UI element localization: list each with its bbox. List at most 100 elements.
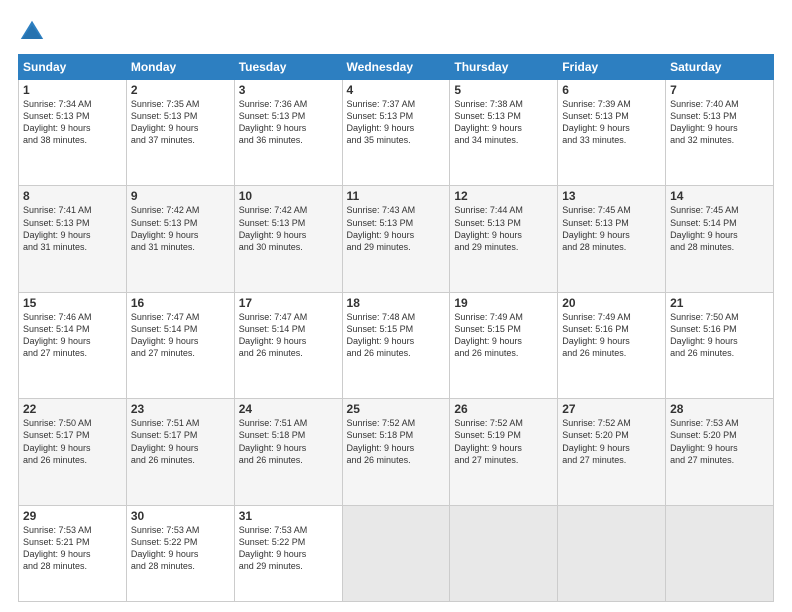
calendar-day-cell	[558, 505, 666, 601]
weekday-header: Friday	[558, 55, 666, 80]
calendar-day-cell: 23Sunrise: 7:51 AM Sunset: 5:17 PM Dayli…	[126, 399, 234, 505]
day-info: Sunrise: 7:50 AM Sunset: 5:17 PM Dayligh…	[23, 417, 122, 466]
day-info: Sunrise: 7:40 AM Sunset: 5:13 PM Dayligh…	[670, 98, 769, 147]
calendar-day-cell: 7Sunrise: 7:40 AM Sunset: 5:13 PM Daylig…	[666, 80, 774, 186]
logo-icon	[18, 18, 46, 46]
day-number: 29	[23, 509, 122, 523]
day-number: 21	[670, 296, 769, 310]
day-number: 2	[131, 83, 230, 97]
day-number: 14	[670, 189, 769, 203]
calendar-week-row: 15Sunrise: 7:46 AM Sunset: 5:14 PM Dayli…	[19, 292, 774, 398]
calendar-day-cell: 8Sunrise: 7:41 AM Sunset: 5:13 PM Daylig…	[19, 186, 127, 292]
day-info: Sunrise: 7:49 AM Sunset: 5:15 PM Dayligh…	[454, 311, 553, 360]
calendar-day-cell	[450, 505, 558, 601]
day-info: Sunrise: 7:38 AM Sunset: 5:13 PM Dayligh…	[454, 98, 553, 147]
calendar-week-row: 1Sunrise: 7:34 AM Sunset: 5:13 PM Daylig…	[19, 80, 774, 186]
calendar-day-cell: 28Sunrise: 7:53 AM Sunset: 5:20 PM Dayli…	[666, 399, 774, 505]
calendar-day-cell: 27Sunrise: 7:52 AM Sunset: 5:20 PM Dayli…	[558, 399, 666, 505]
day-info: Sunrise: 7:43 AM Sunset: 5:13 PM Dayligh…	[347, 204, 446, 253]
day-number: 24	[239, 402, 338, 416]
calendar-day-cell: 2Sunrise: 7:35 AM Sunset: 5:13 PM Daylig…	[126, 80, 234, 186]
day-number: 7	[670, 83, 769, 97]
day-info: Sunrise: 7:41 AM Sunset: 5:13 PM Dayligh…	[23, 204, 122, 253]
day-info: Sunrise: 7:51 AM Sunset: 5:17 PM Dayligh…	[131, 417, 230, 466]
day-number: 3	[239, 83, 338, 97]
calendar-day-cell: 30Sunrise: 7:53 AM Sunset: 5:22 PM Dayli…	[126, 505, 234, 601]
day-number: 18	[347, 296, 446, 310]
day-info: Sunrise: 7:45 AM Sunset: 5:14 PM Dayligh…	[670, 204, 769, 253]
day-number: 1	[23, 83, 122, 97]
day-info: Sunrise: 7:49 AM Sunset: 5:16 PM Dayligh…	[562, 311, 661, 360]
day-number: 4	[347, 83, 446, 97]
weekday-header: Thursday	[450, 55, 558, 80]
day-number: 5	[454, 83, 553, 97]
calendar-day-cell: 14Sunrise: 7:45 AM Sunset: 5:14 PM Dayli…	[666, 186, 774, 292]
day-number: 25	[347, 402, 446, 416]
day-info: Sunrise: 7:53 AM Sunset: 5:20 PM Dayligh…	[670, 417, 769, 466]
weekday-header: Sunday	[19, 55, 127, 80]
calendar-day-cell: 29Sunrise: 7:53 AM Sunset: 5:21 PM Dayli…	[19, 505, 127, 601]
day-number: 22	[23, 402, 122, 416]
day-info: Sunrise: 7:39 AM Sunset: 5:13 PM Dayligh…	[562, 98, 661, 147]
day-number: 17	[239, 296, 338, 310]
day-info: Sunrise: 7:45 AM Sunset: 5:13 PM Dayligh…	[562, 204, 661, 253]
day-number: 12	[454, 189, 553, 203]
day-info: Sunrise: 7:53 AM Sunset: 5:21 PM Dayligh…	[23, 524, 122, 573]
day-number: 13	[562, 189, 661, 203]
day-info: Sunrise: 7:52 AM Sunset: 5:18 PM Dayligh…	[347, 417, 446, 466]
weekday-header: Tuesday	[234, 55, 342, 80]
day-number: 11	[347, 189, 446, 203]
calendar-day-cell: 12Sunrise: 7:44 AM Sunset: 5:13 PM Dayli…	[450, 186, 558, 292]
day-info: Sunrise: 7:47 AM Sunset: 5:14 PM Dayligh…	[239, 311, 338, 360]
calendar-day-cell	[342, 505, 450, 601]
calendar-day-cell: 3Sunrise: 7:36 AM Sunset: 5:13 PM Daylig…	[234, 80, 342, 186]
day-info: Sunrise: 7:42 AM Sunset: 5:13 PM Dayligh…	[239, 204, 338, 253]
weekday-header: Wednesday	[342, 55, 450, 80]
day-info: Sunrise: 7:47 AM Sunset: 5:14 PM Dayligh…	[131, 311, 230, 360]
calendar-week-row: 22Sunrise: 7:50 AM Sunset: 5:17 PM Dayli…	[19, 399, 774, 505]
day-info: Sunrise: 7:51 AM Sunset: 5:18 PM Dayligh…	[239, 417, 338, 466]
day-number: 16	[131, 296, 230, 310]
calendar-week-row: 8Sunrise: 7:41 AM Sunset: 5:13 PM Daylig…	[19, 186, 774, 292]
calendar-day-cell: 22Sunrise: 7:50 AM Sunset: 5:17 PM Dayli…	[19, 399, 127, 505]
calendar-day-cell: 24Sunrise: 7:51 AM Sunset: 5:18 PM Dayli…	[234, 399, 342, 505]
calendar-day-cell: 1Sunrise: 7:34 AM Sunset: 5:13 PM Daylig…	[19, 80, 127, 186]
day-number: 27	[562, 402, 661, 416]
calendar-day-cell: 25Sunrise: 7:52 AM Sunset: 5:18 PM Dayli…	[342, 399, 450, 505]
header-row: SundayMondayTuesdayWednesdayThursdayFrid…	[19, 55, 774, 80]
day-info: Sunrise: 7:46 AM Sunset: 5:14 PM Dayligh…	[23, 311, 122, 360]
calendar-week-row: 29Sunrise: 7:53 AM Sunset: 5:21 PM Dayli…	[19, 505, 774, 601]
page: SundayMondayTuesdayWednesdayThursdayFrid…	[0, 0, 792, 612]
day-number: 26	[454, 402, 553, 416]
day-info: Sunrise: 7:44 AM Sunset: 5:13 PM Dayligh…	[454, 204, 553, 253]
day-info: Sunrise: 7:36 AM Sunset: 5:13 PM Dayligh…	[239, 98, 338, 147]
day-info: Sunrise: 7:48 AM Sunset: 5:15 PM Dayligh…	[347, 311, 446, 360]
header	[18, 18, 774, 46]
day-info: Sunrise: 7:34 AM Sunset: 5:13 PM Dayligh…	[23, 98, 122, 147]
calendar-day-cell: 10Sunrise: 7:42 AM Sunset: 5:13 PM Dayli…	[234, 186, 342, 292]
calendar-day-cell: 9Sunrise: 7:42 AM Sunset: 5:13 PM Daylig…	[126, 186, 234, 292]
day-info: Sunrise: 7:37 AM Sunset: 5:13 PM Dayligh…	[347, 98, 446, 147]
day-number: 28	[670, 402, 769, 416]
weekday-header: Saturday	[666, 55, 774, 80]
day-info: Sunrise: 7:52 AM Sunset: 5:20 PM Dayligh…	[562, 417, 661, 466]
calendar-day-cell: 11Sunrise: 7:43 AM Sunset: 5:13 PM Dayli…	[342, 186, 450, 292]
day-info: Sunrise: 7:50 AM Sunset: 5:16 PM Dayligh…	[670, 311, 769, 360]
day-number: 9	[131, 189, 230, 203]
day-number: 30	[131, 509, 230, 523]
calendar-day-cell: 31Sunrise: 7:53 AM Sunset: 5:22 PM Dayli…	[234, 505, 342, 601]
day-number: 15	[23, 296, 122, 310]
day-number: 31	[239, 509, 338, 523]
day-number: 23	[131, 402, 230, 416]
day-info: Sunrise: 7:53 AM Sunset: 5:22 PM Dayligh…	[239, 524, 338, 573]
calendar-day-cell	[666, 505, 774, 601]
calendar-day-cell: 6Sunrise: 7:39 AM Sunset: 5:13 PM Daylig…	[558, 80, 666, 186]
weekday-header: Monday	[126, 55, 234, 80]
calendar-day-cell: 16Sunrise: 7:47 AM Sunset: 5:14 PM Dayli…	[126, 292, 234, 398]
calendar-table: SundayMondayTuesdayWednesdayThursdayFrid…	[18, 54, 774, 602]
logo	[18, 18, 50, 46]
calendar-day-cell: 26Sunrise: 7:52 AM Sunset: 5:19 PM Dayli…	[450, 399, 558, 505]
calendar-day-cell: 4Sunrise: 7:37 AM Sunset: 5:13 PM Daylig…	[342, 80, 450, 186]
calendar-day-cell: 20Sunrise: 7:49 AM Sunset: 5:16 PM Dayli…	[558, 292, 666, 398]
calendar-day-cell: 13Sunrise: 7:45 AM Sunset: 5:13 PM Dayli…	[558, 186, 666, 292]
